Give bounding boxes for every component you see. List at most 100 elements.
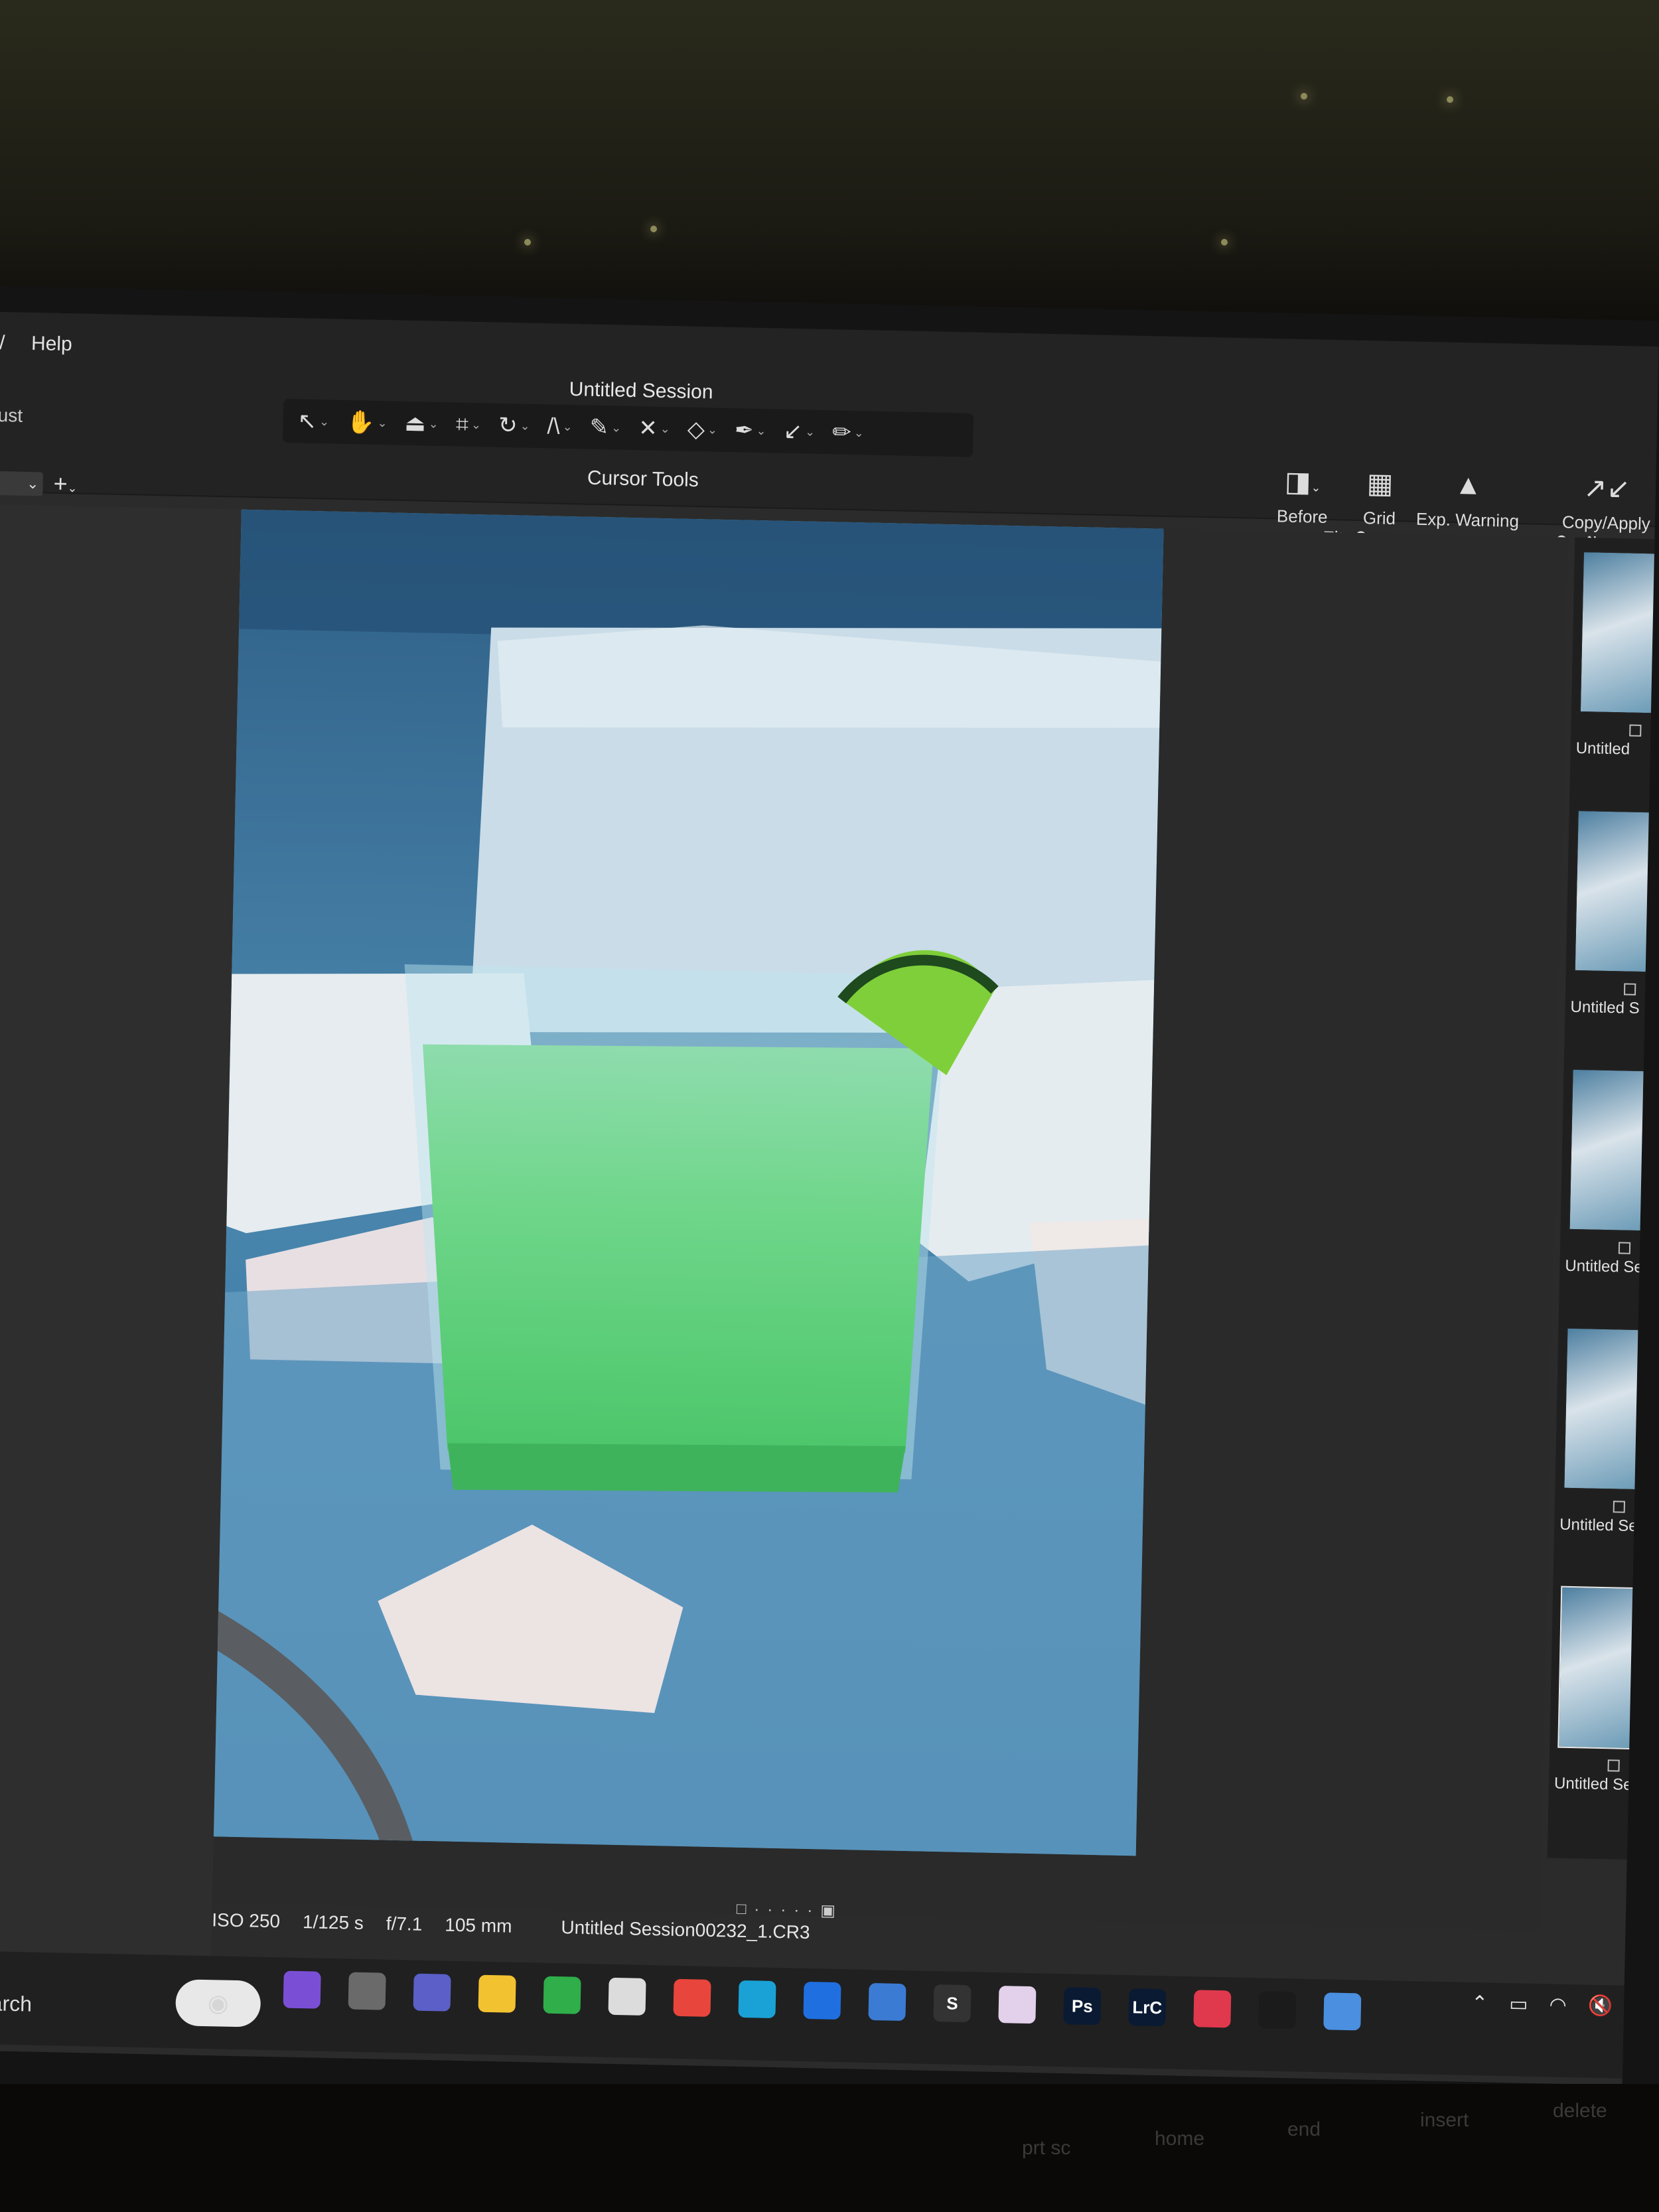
- rotate-tool[interactable]: ↻ ⌄: [493, 409, 536, 443]
- hand-pan-tool[interactable]: ✋ ⌄: [341, 406, 393, 440]
- chevron-down-icon: ⌄: [319, 414, 330, 428]
- photoshop-icon[interactable]: Ps: [1063, 1987, 1102, 2026]
- aperture-value: f/7.1: [386, 1913, 423, 1935]
- filmstrip-thumbnail[interactable]: [1573, 809, 1658, 974]
- crop-tool[interactable]: ⌗ ⌄: [450, 407, 486, 441]
- filmstrip-thumbnail[interactable]: [1579, 551, 1659, 715]
- straighten-tool[interactable]: ⏏ ⌄: [399, 407, 444, 441]
- keyboard-key: delete: [1553, 2100, 1607, 2122]
- focal-length-value: 105 mm: [445, 1914, 512, 1937]
- background-light: [1447, 96, 1453, 103]
- select-arrow-tool[interactable]: ↖ ⌄: [292, 404, 335, 438]
- cursor-tools-label: Cursor Tools: [587, 467, 699, 492]
- pen-icon: ✏: [831, 419, 852, 445]
- thumbnail-label: Untitled Ses: [1553, 1774, 1640, 1795]
- panel-partial-label: ust: [0, 404, 23, 426]
- pen-tool[interactable]: ✏ ⌄: [827, 415, 870, 449]
- chevron-down-icon: ⌄: [562, 419, 573, 433]
- tray-app-icon[interactable]: ▭: [1509, 1992, 1528, 2016]
- picker-tool[interactable]: ✒ ⌄: [729, 413, 772, 447]
- menu-partial[interactable]: /: [0, 332, 5, 354]
- window-title: Untitled Session: [569, 378, 713, 404]
- copy-apply-button[interactable]: ↗↙ Copy/Apply: [1562, 471, 1652, 534]
- chat-icon[interactable]: [543, 1976, 581, 2014]
- keystone-icon: /\: [547, 413, 560, 439]
- top-toolbar: / Help Untitled Session ↖ ⌄ ✋ ⌄ ⏏ ⌄ ⌗ ⌄ ↻ ⌄/\ ⌄ ✎ ⌄ ✕…: [0, 312, 1659, 534]
- paint-icon[interactable]: [998, 1986, 1037, 2024]
- thumbnail-checkbox[interactable]: [1629, 724, 1642, 737]
- filmstrip-thumbnail[interactable]: [1568, 1068, 1653, 1232]
- preview-image[interactable]: [213, 509, 1164, 1856]
- grid-icon: ▦: [1366, 467, 1394, 500]
- before-label: Before: [1276, 506, 1328, 527]
- background-light: [524, 239, 531, 246]
- cursor-tools-toolbar: ↖ ⌄ ✋ ⌄ ⏏ ⌄ ⌗ ⌄ ↻ ⌄/\ ⌄ ✎ ⌄ ✕ ⌄ ◇ ⌄ ✒ ⌄ ↙ ⌄ ✏ ⌄: [282, 398, 974, 457]
- grid-button[interactable]: ▦ Grid: [1363, 467, 1397, 529]
- keystone-tool[interactable]: /\ ⌄: [541, 409, 578, 443]
- thumbnail-label: Untitled Se: [1565, 1256, 1644, 1277]
- keyboard-key: home: [1155, 2128, 1205, 2150]
- capture-one-icon[interactable]: [1258, 1991, 1297, 2029]
- hand-pan-icon: ✋: [346, 409, 375, 435]
- before-button[interactable]: ◨⌄ Before: [1277, 465, 1329, 528]
- taskbar-search[interactable]: Search: [0, 1990, 32, 2016]
- thumbnail-checkbox[interactable]: [1623, 983, 1636, 995]
- wifi-icon[interactable]: ◠: [1549, 1993, 1567, 2017]
- dropdown-chevron-icon[interactable]: ⌄: [0, 471, 43, 496]
- copy-apply-label: Copy/Apply: [1561, 512, 1651, 534]
- arrow-picker-tool[interactable]: ↙ ⌄: [778, 415, 821, 449]
- notepad-icon[interactable]: [1323, 1992, 1362, 2031]
- warning-triangle-icon: ▲: [1454, 468, 1482, 500]
- exposure-warning-button[interactable]: ▲ Exp. Warning: [1416, 468, 1520, 532]
- keyboard-key: end: [1287, 2118, 1321, 2140]
- chevron-up-icon[interactable]: ⌃: [1471, 1992, 1488, 2016]
- creative-cloud-icon[interactable]: [1193, 1990, 1232, 2028]
- lightroom-classic-icon[interactable]: LrC: [1128, 1988, 1167, 2027]
- edge-icon[interactable]: [738, 1980, 776, 2019]
- iso-value: ISO 250: [212, 1909, 281, 1932]
- mail-icon[interactable]: [608, 1977, 646, 2016]
- thumbnail-checkbox[interactable]: [1618, 1242, 1631, 1254]
- s-app-icon[interactable]: S: [933, 1984, 972, 2023]
- capture-info-bar: ISO 250 1/125 s f/7.1 105 mm Untitled Se…: [212, 1909, 810, 1943]
- background-light: [1221, 239, 1228, 246]
- shutter-value: 1/125 s: [302, 1911, 364, 1934]
- heal-icon: ✕: [638, 415, 658, 441]
- add-button[interactable]: +⌄: [53, 470, 78, 498]
- arrow-picker-icon: ↙: [783, 418, 803, 445]
- thumbnail-checkbox[interactable]: [1607, 1759, 1620, 1772]
- page-indicator[interactable]: □·····▣: [737, 1899, 844, 1921]
- thumbnail-label: Untitled Se: [1559, 1515, 1638, 1536]
- file-explorer-icon[interactable]: [478, 1974, 516, 2013]
- background-light: [1301, 93, 1307, 100]
- picker-icon: ✒: [734, 417, 754, 443]
- select-arrow-icon: ↖: [297, 408, 317, 435]
- brush-tool[interactable]: ✎ ⌄: [584, 410, 627, 444]
- thumbnail-label: Untitled: [1575, 739, 1630, 759]
- meet-icon[interactable]: [413, 1973, 451, 2012]
- thumbnail-label: Untitled S: [1570, 997, 1640, 1017]
- left-panel-controls: ⌄ +⌄: [0, 467, 236, 504]
- chevron-down-icon: ⌄: [660, 421, 671, 435]
- keyboard-key: prt sc: [1022, 2137, 1071, 2159]
- menu-help[interactable]: Help: [31, 332, 72, 356]
- volume-muted-icon[interactable]: 🔇: [1587, 1994, 1613, 2018]
- store-icon[interactable]: [803, 1981, 841, 2020]
- heal-tool[interactable]: ✕ ⌄: [633, 411, 676, 445]
- task-view-icon[interactable]: [348, 1972, 386, 2010]
- filmstrip-thumbnail[interactable]: [1563, 1327, 1648, 1491]
- copilot-icon[interactable]: ◉: [175, 1979, 261, 2028]
- thumbnail-checkbox[interactable]: [1613, 1501, 1626, 1513]
- left-tool-panel: [0, 504, 242, 1970]
- copilot-pre-icon[interactable]: [283, 1970, 321, 2009]
- file-name: Untitled Session00232_1.CR3: [561, 1917, 810, 1943]
- filmstrip-thumbnail[interactable]: [1557, 1585, 1642, 1750]
- chevron-down-icon: ⌄: [707, 422, 718, 437]
- keyboard-key: insert: [1420, 2109, 1469, 2131]
- straighten-icon: ⏏: [404, 410, 427, 437]
- photos-icon[interactable]: [868, 1982, 906, 2022]
- eraser-tool[interactable]: ◇ ⌄: [682, 413, 723, 447]
- chrome-icon[interactable]: [673, 1978, 711, 2017]
- before-after-icon: ◨⌄: [1284, 465, 1321, 498]
- image-viewer: [212, 509, 1569, 1931]
